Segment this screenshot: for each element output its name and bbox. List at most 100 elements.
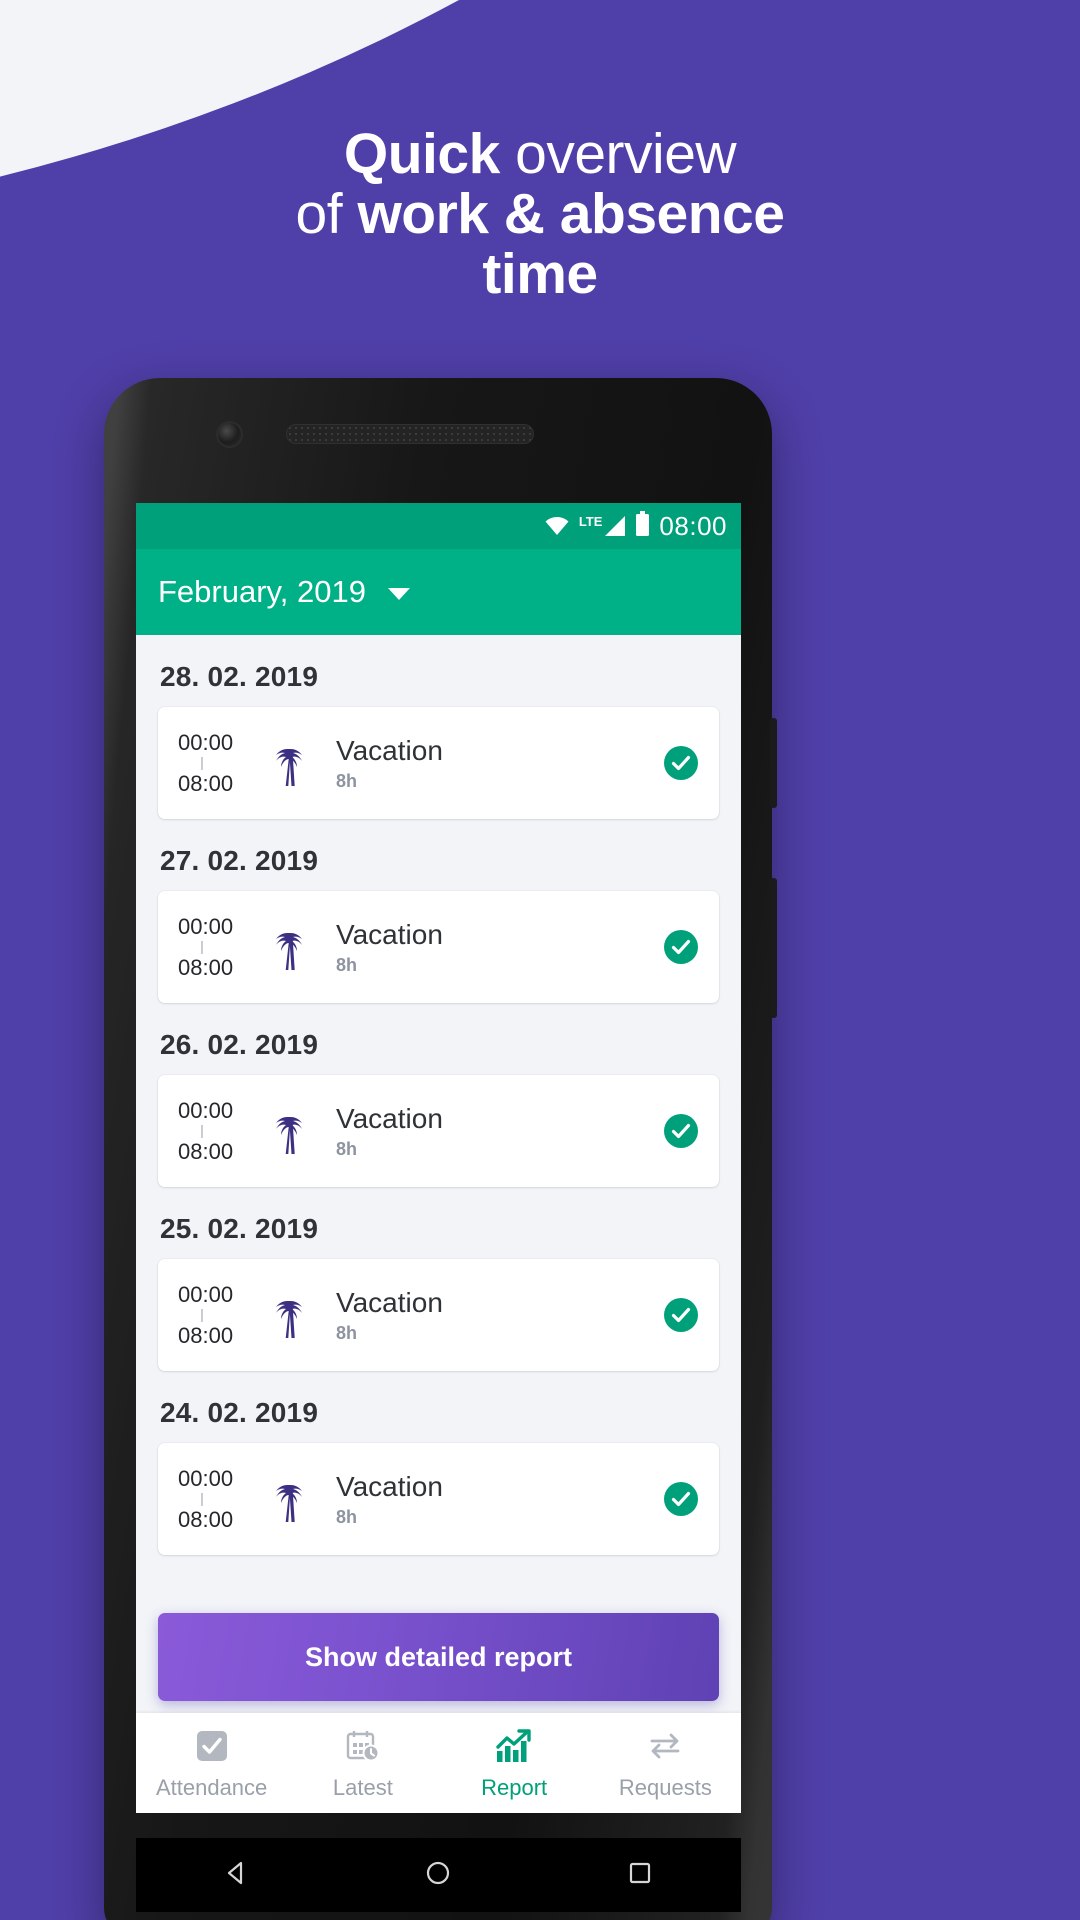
checkbox-checked-icon (195, 1726, 229, 1766)
check-circle-icon (663, 1113, 699, 1149)
android-navigation-bar (136, 1838, 741, 1912)
entry-end-time: 08:00 (178, 1138, 234, 1164)
phone-mockup: LTE 08:00 February, 2019 28. 02. 2019 00… (104, 378, 777, 1920)
entry-end-time: 08:00 (178, 954, 234, 980)
time-range-tick (201, 1124, 203, 1138)
check-circle-icon (663, 929, 699, 965)
entry-end-time: 08:00 (178, 1506, 234, 1532)
entry-time-range: 00:00 08:00 (178, 1098, 262, 1165)
entry-title: Vacation (336, 735, 443, 766)
entry-title: Vacation (336, 1103, 443, 1134)
check-circle-icon (663, 745, 699, 781)
entry-info: Vacation 8h (320, 1286, 663, 1344)
power-button[interactable] (770, 878, 777, 1018)
check-circle-icon (663, 1297, 699, 1333)
promo-headline: Quick overview of work & absence time (0, 124, 1080, 304)
trending-chart-icon (495, 1726, 533, 1766)
tab-report[interactable]: Report (439, 1726, 590, 1801)
entry-start-time: 00:00 (178, 913, 234, 939)
headline-word-of: of (295, 182, 343, 246)
report-list[interactable]: 28. 02. 2019 00:00 08:00 Vacation 8h 27.… (136, 635, 741, 1713)
calendar-clock-icon (345, 1726, 381, 1766)
tab-label: Report (481, 1774, 548, 1800)
tab-label: Attendance (155, 1774, 268, 1800)
tab-label: Latest (332, 1774, 393, 1800)
entry-time-range: 00:00 08:00 (178, 914, 262, 981)
palm-tree-icon (262, 1290, 320, 1340)
signal-icon: LTE (579, 515, 627, 537)
entry-end-time: 08:00 (178, 1322, 234, 1348)
entry-time-range: 00:00 08:00 (178, 730, 262, 797)
entry-title: Vacation (336, 1287, 443, 1318)
entry-title: Vacation (336, 919, 443, 950)
headline-word-overview: overview (515, 122, 737, 186)
circle-home-icon[interactable] (425, 1860, 451, 1891)
square-recents-icon[interactable] (627, 1860, 653, 1891)
network-type-label: LTE (578, 514, 603, 529)
entry-card[interactable]: 00:00 08:00 Vacation 8h (158, 707, 719, 819)
status-bar: LTE 08:00 (136, 503, 741, 549)
wifi-icon (544, 516, 570, 536)
entry-duration: 8h (336, 1323, 358, 1343)
entry-time-range: 00:00 08:00 (178, 1282, 262, 1349)
day-group: 27. 02. 2019 00:00 08:00 Vacation 8h (158, 819, 719, 1003)
entry-time-range: 00:00 08:00 (178, 1466, 262, 1533)
tab-label: Requests (618, 1774, 712, 1800)
front-camera-icon (216, 421, 243, 448)
check-circle-icon (663, 1481, 699, 1517)
entry-duration: 8h (336, 771, 358, 791)
day-date-header: 28. 02. 2019 (160, 661, 319, 692)
entry-start-time: 00:00 (178, 1097, 234, 1123)
entry-info: Vacation 8h (320, 734, 663, 792)
battery-icon (635, 510, 650, 542)
day-date-header: 26. 02. 2019 (160, 1029, 319, 1060)
headline-word-quick: Quick (343, 122, 500, 186)
palm-tree-icon (262, 922, 320, 972)
entry-title: Vacation (336, 1471, 443, 1502)
palm-tree-icon (262, 1106, 320, 1156)
time-range-tick (201, 756, 203, 770)
day-group: 25. 02. 2019 00:00 08:00 Vacation 8h (158, 1187, 719, 1371)
time-range-tick (201, 1492, 203, 1506)
entry-end-time: 08:00 (178, 770, 234, 796)
time-range-tick (201, 940, 203, 954)
entry-start-time: 00:00 (178, 1465, 234, 1491)
day-group: 28. 02. 2019 00:00 08:00 Vacation 8h (158, 635, 719, 819)
earpiece-speaker-grille (286, 424, 534, 444)
entry-duration: 8h (336, 955, 358, 975)
triangle-back-icon[interactable] (224, 1860, 250, 1891)
day-date-header: 25. 02. 2019 (160, 1213, 319, 1244)
entry-duration: 8h (336, 1507, 358, 1527)
entry-card[interactable]: 00:00 08:00 Vacation 8h (158, 891, 719, 1003)
headline-phrase-work-absence: work & absence (357, 182, 785, 246)
tab-requests[interactable]: Requests (590, 1726, 741, 1801)
entry-info: Vacation 8h (320, 918, 663, 976)
day-group: 26. 02. 2019 00:00 08:00 Vacation 8h (158, 1003, 719, 1187)
entry-info: Vacation 8h (320, 1102, 663, 1160)
headline-word-time: time (482, 242, 598, 306)
app-bar: February, 2019 (136, 549, 741, 635)
month-selector-label[interactable]: February, 2019 (158, 574, 366, 610)
show-detailed-report-button[interactable]: Show detailed report (158, 1613, 719, 1701)
entry-card[interactable]: 00:00 08:00 Vacation 8h (158, 1259, 719, 1371)
palm-tree-icon (262, 738, 320, 788)
day-date-header: 27. 02. 2019 (160, 845, 319, 876)
bottom-tab-bar: Attendance Latest Report Requests (136, 1713, 741, 1813)
time-range-tick (201, 1308, 203, 1322)
entry-duration: 8h (336, 1139, 358, 1159)
volume-button[interactable] (770, 718, 777, 808)
entry-start-time: 00:00 (178, 729, 234, 755)
day-group: 24. 02. 2019 00:00 08:00 Vacation 8h (158, 1371, 719, 1555)
palm-tree-icon (262, 1474, 320, 1524)
day-date-header: 24. 02. 2019 (160, 1397, 319, 1428)
phone-screen: LTE 08:00 February, 2019 28. 02. 2019 00… (136, 503, 741, 1813)
entry-info: Vacation 8h (320, 1470, 663, 1528)
swap-arrows-icon (647, 1726, 683, 1766)
entry-card[interactable]: 00:00 08:00 Vacation 8h (158, 1075, 719, 1187)
status-bar-clock: 08:00 (659, 510, 727, 541)
entry-card[interactable]: 00:00 08:00 Vacation 8h (158, 1443, 719, 1555)
chevron-down-icon[interactable] (387, 588, 410, 600)
tab-latest[interactable]: Latest (287, 1726, 438, 1801)
tab-attendance[interactable]: Attendance (136, 1726, 287, 1801)
entry-start-time: 00:00 (178, 1281, 234, 1307)
